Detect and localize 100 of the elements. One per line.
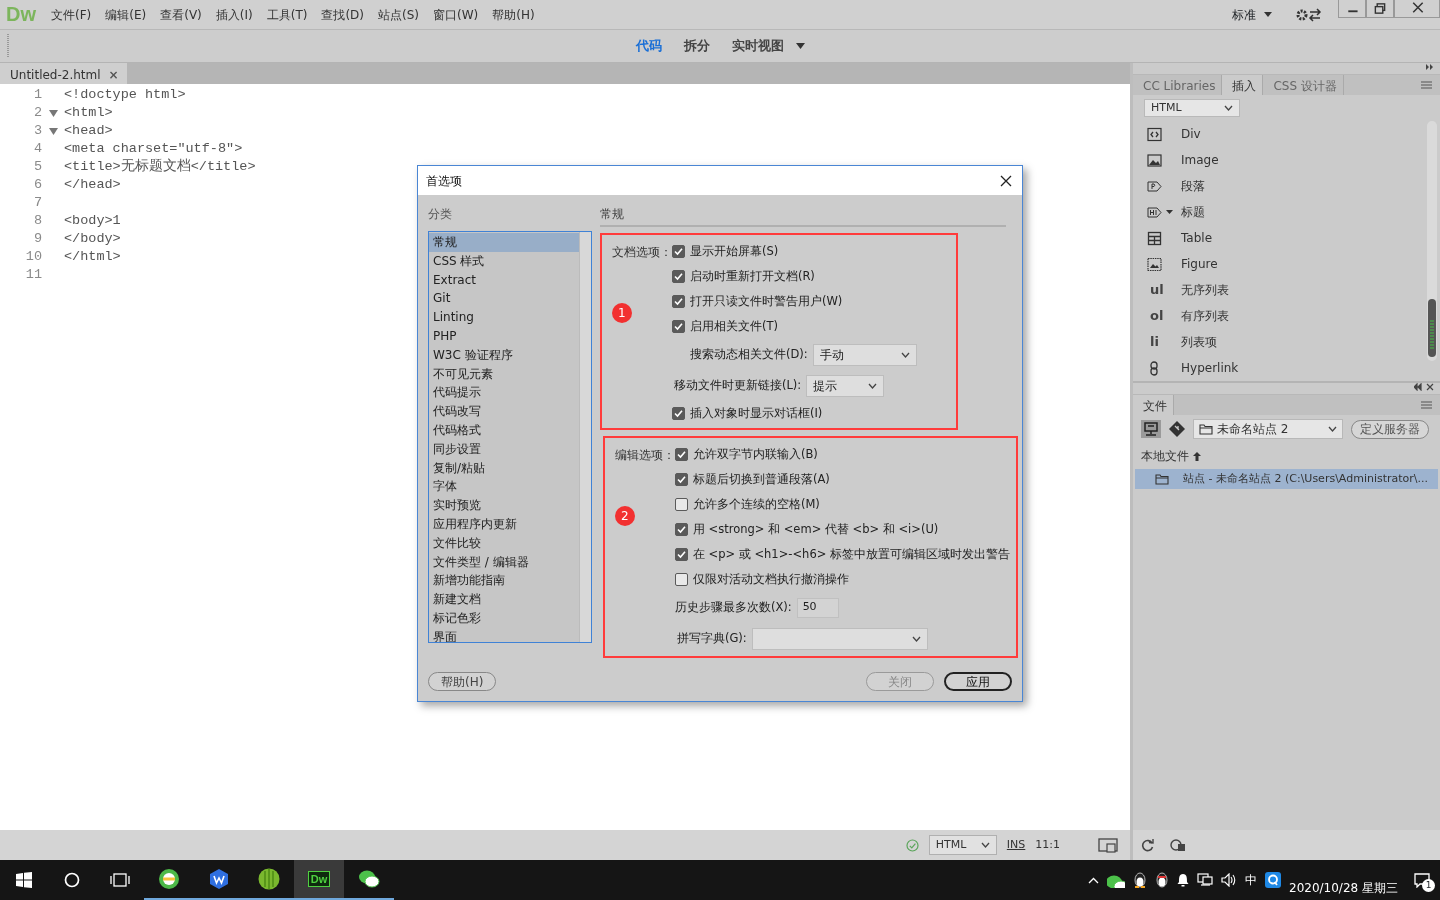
app-tray-icon[interactable] <box>1265 872 1281 888</box>
category-item[interactable]: 字体 <box>429 477 579 497</box>
notification-icon[interactable] <box>1414 872 1430 888</box>
category-item[interactable]: 界面 <box>429 627 579 642</box>
task-view-icon[interactable] <box>110 872 130 888</box>
close-button[interactable] <box>1394 0 1440 18</box>
category-item[interactable]: 不可见元素 <box>429 364 579 384</box>
restore-button[interactable] <box>1366 0 1394 18</box>
column-header[interactable]: 本地文件 <box>1141 447 1189 465</box>
category-item[interactable]: CSS 样式 <box>429 251 579 271</box>
category-item[interactable]: 新建文档 <box>429 590 579 609</box>
scrollbar[interactable] <box>578 232 591 642</box>
window-size-icon[interactable] <box>1098 837 1118 853</box>
checkbox[interactable] <box>674 548 688 561</box>
close-tab-button[interactable]: × <box>108 65 119 84</box>
checkbox[interactable] <box>671 270 685 283</box>
local-view-icon[interactable] <box>1141 420 1161 438</box>
menu-item[interactable]: 查看(V) <box>153 5 209 24</box>
checkbox[interactable] <box>671 245 685 258</box>
insert-item[interactable]: li 列表项 <box>1133 329 1426 355</box>
menu-item[interactable]: 帮助(H) <box>485 5 542 24</box>
insert-item[interactable]: Div <box>1133 121 1426 147</box>
insert-item[interactable]: ul 无序列表 <box>1133 277 1426 303</box>
input-method-indicator[interactable]: 中 <box>1245 871 1257 889</box>
checkbox-label: 用 <strong> 和 <em> 代替 <b> 和 <i>(U) <box>692 520 939 538</box>
category-item[interactable]: 同步设置 <box>429 439 579 459</box>
category-item[interactable]: W3C 验证程序 <box>429 345 579 365</box>
valid-check-icon[interactable] <box>905 838 919 852</box>
network-icon[interactable] <box>1197 873 1213 887</box>
show-hidden-icon[interactable] <box>1088 876 1099 884</box>
dialog-button[interactable]: 帮助(H) <box>428 672 497 691</box>
bell-icon[interactable] <box>1177 873 1189 887</box>
category-item[interactable]: 实时预览 <box>429 496 579 515</box>
checkbox[interactable] <box>674 573 688 586</box>
sort-arrow-icon[interactable] <box>1193 451 1201 461</box>
clock-date[interactable]: 2020/10/28 星期三 <box>1289 879 1398 900</box>
category-item[interactable]: 文件比较 <box>429 533 579 553</box>
number-field[interactable]: 50 <box>796 597 839 618</box>
dialog-button[interactable]: 应用 <box>944 672 1012 691</box>
refresh-icon[interactable] <box>1141 838 1154 852</box>
category-item[interactable]: PHP <box>429 327 579 346</box>
caret-icon[interactable] <box>1166 210 1173 214</box>
category-item[interactable]: 代码提示 <box>429 383 579 403</box>
view-tab[interactable]: 拆分 <box>683 36 710 56</box>
dropdown[interactable]: 提示 <box>806 374 885 397</box>
insert-item[interactable]: Hyperlink <box>1133 355 1426 381</box>
close-icon[interactable] <box>1000 174 1012 187</box>
category-item[interactable]: Extract <box>429 270 579 290</box>
checkbox[interactable] <box>674 473 688 486</box>
checkbox[interactable] <box>671 295 685 308</box>
toolbar-grip-icon[interactable] <box>6 34 10 58</box>
workspace-switcher[interactable]: 标准 <box>1224 1 1280 28</box>
category-item[interactable]: 标记色彩 <box>429 608 579 628</box>
insert-item[interactable]: Image <box>1133 147 1426 173</box>
penguin-icon[interactable] <box>1133 872 1147 888</box>
scrollbar[interactable] <box>1426 121 1438 361</box>
category-item[interactable]: 应用程序内更新 <box>429 514 579 534</box>
insert-mode-label[interactable]: INS <box>1006 836 1026 854</box>
start-icon[interactable] <box>16 872 32 888</box>
insert-item[interactable]: ol 有序列表 <box>1133 303 1426 329</box>
category-item[interactable]: 常规 <box>429 233 579 252</box>
menu-item[interactable]: 文件(F) <box>44 5 99 24</box>
penguin-icon[interactable] <box>1155 872 1169 888</box>
view-tab[interactable]: 实时视图 <box>731 36 805 56</box>
document-type-dropdown[interactable]: HTML <box>928 835 997 855</box>
sync-settings-icon[interactable] <box>1296 6 1322 23</box>
panel-controls-icon[interactable] <box>1414 383 1434 391</box>
category-item[interactable]: 复制/粘贴 <box>429 458 579 478</box>
checkbox[interactable] <box>674 448 688 461</box>
site-dropdown[interactable]: 未命名站点 2 <box>1193 419 1343 439</box>
search-icon[interactable] <box>64 872 80 888</box>
document-tab[interactable]: Untitled-2.html × <box>0 63 127 84</box>
category-item[interactable]: 文件类型 / 编辑器 <box>429 552 579 572</box>
define-server-button[interactable]: 定义服务器 <box>1351 419 1429 439</box>
dropdown[interactable]: 手动 <box>812 343 917 366</box>
menu-item[interactable]: 窗口(W) <box>426 5 486 24</box>
category-dropdown[interactable]: HTML <box>1144 99 1240 117</box>
file-row[interactable]: 站点 - 未命名站点 2 (C:\Users\Administrator\... <box>1135 469 1438 489</box>
panel-tab[interactable]: 文件 <box>1133 395 1174 415</box>
panel-tab[interactable]: 插入 <box>1222 75 1264 95</box>
volume-icon[interactable] <box>1221 873 1237 887</box>
category-item[interactable]: Linting <box>429 308 579 327</box>
category-item[interactable]: 代码改写 <box>429 402 579 421</box>
category-item[interactable]: 新增功能指南 <box>429 571 579 591</box>
insert-item[interactable]: 标题 <box>1133 199 1426 225</box>
menu-item[interactable]: 查找(D) <box>314 5 371 24</box>
taskbar-app[interactable]: Dw <box>294 860 344 900</box>
insert-item[interactable]: 段落 <box>1133 173 1426 199</box>
category-item[interactable]: Git <box>429 289 579 309</box>
checkbox[interactable] <box>671 320 685 333</box>
insert-item[interactable]: Table <box>1133 225 1426 251</box>
insert-item[interactable]: Figure <box>1133 251 1426 277</box>
category-item[interactable]: 代码格式 <box>429 420 579 440</box>
menu-item[interactable]: 站点(S) <box>371 5 426 24</box>
checkbox[interactable] <box>674 523 688 536</box>
menu-item[interactable]: 工具(T) <box>259 5 315 24</box>
menu-item[interactable]: 编辑(E) <box>98 5 154 24</box>
checkbox[interactable] <box>671 407 685 420</box>
menu-item[interactable]: 插入(I) <box>208 5 260 24</box>
checkbox[interactable] <box>674 498 688 511</box>
